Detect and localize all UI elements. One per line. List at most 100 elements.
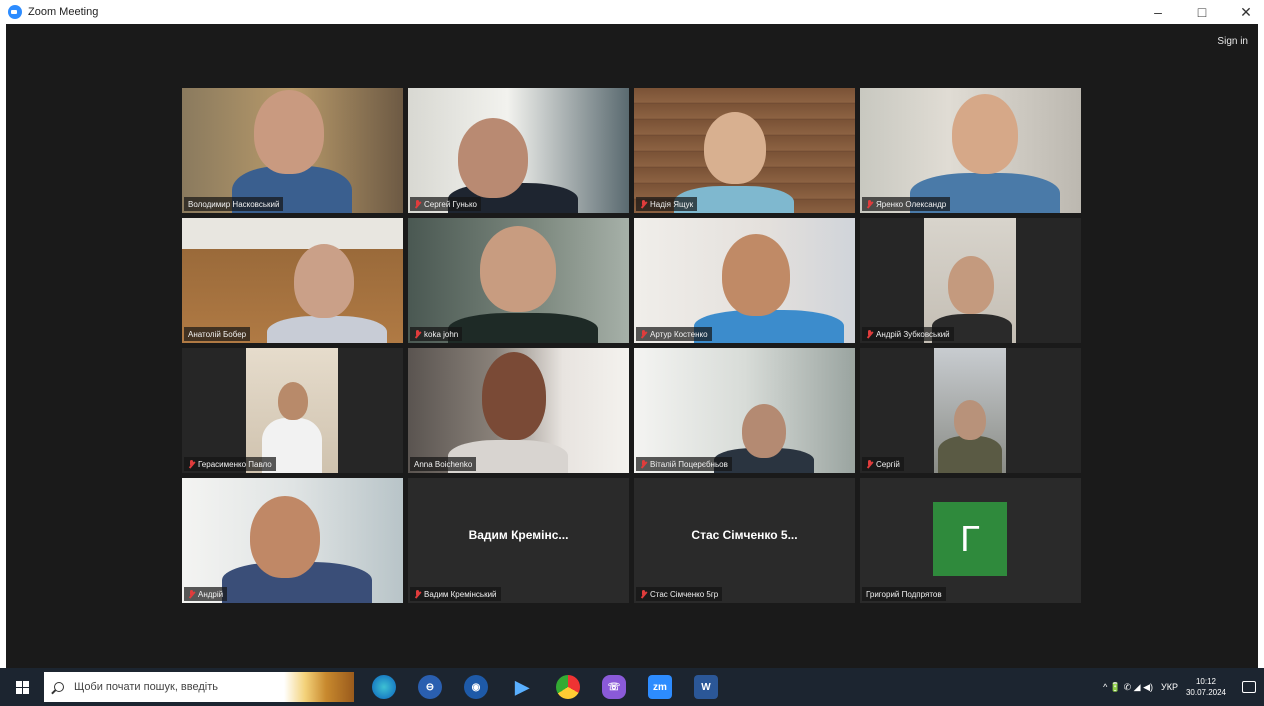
participant-name: Яренко Олександр	[876, 199, 947, 209]
person-head	[278, 382, 308, 420]
person-head	[704, 112, 766, 184]
participant-avatar: Г	[933, 502, 1007, 576]
window-controls: – □ ✕	[1150, 0, 1254, 24]
video-tile[interactable]: Володимир Насковський	[182, 88, 403, 213]
media-player-icon[interactable]: ▶	[510, 675, 534, 699]
muted-mic-icon	[640, 199, 647, 209]
video-tile[interactable]: koka john	[408, 218, 629, 343]
person-head	[294, 244, 354, 318]
maximize-button[interactable]: □	[1194, 0, 1210, 24]
title-bar: Zoom Meeting – □ ✕	[0, 0, 1264, 24]
word-icon[interactable]: W	[694, 675, 718, 699]
video-tile[interactable]: Г Григорий Подпрятов	[860, 478, 1081, 603]
muted-mic-icon	[640, 459, 647, 469]
meeting-area: Sign in Володимир Насковський Сергей Гун…	[6, 24, 1258, 668]
system-tray: ^ 🔋 ✆ ◢ ◀) УКР 10:12 30.07.2024	[1103, 668, 1256, 706]
participant-name: Анатолій Бобер	[188, 329, 247, 339]
participant-name: Надія Ящук	[650, 199, 694, 209]
search-placeholder: Щоби почати пошук, введіть	[74, 681, 219, 693]
video-tile[interactable]: Анатолій Бобер	[182, 218, 403, 343]
participant-name-bar: Григорий Подпрятов	[862, 587, 946, 601]
video-tile[interactable]: Артур Костенко	[634, 218, 855, 343]
participant-name: Стас Сімченко 5гр	[650, 589, 719, 599]
participant-name-bar: Артур Костенко	[636, 327, 712, 341]
muted-mic-icon	[188, 589, 195, 599]
participant-name: Сергей Гунько	[424, 199, 477, 209]
participant-name: Андрій	[198, 589, 224, 599]
windows-taskbar: Щоби почати пошук, введіть ⊖ ◉ ▶ ☏ zm W …	[0, 668, 1264, 706]
taskbar-search-box[interactable]: Щоби почати пошук, введіть	[44, 672, 354, 702]
person-silhouette	[694, 310, 844, 343]
clock-time: 10:12	[1195, 677, 1216, 686]
muted-mic-icon	[866, 329, 873, 339]
video-tile[interactable]: Anna Boichenko	[408, 348, 629, 473]
participant-name-bar: Сергей Гунько	[410, 197, 481, 211]
tray-icons[interactable]: ^ 🔋 ✆ ◢ ◀)	[1103, 682, 1153, 693]
participant-name-bar: Віталій Поцерєбньов	[636, 457, 732, 471]
person-head	[458, 118, 528, 198]
clock[interactable]: 10:12 30.07.2024	[1186, 676, 1226, 698]
muted-mic-icon	[414, 589, 421, 599]
windows-logo-icon	[15, 680, 29, 694]
video-tile[interactable]: Сергей Гунько	[408, 88, 629, 213]
video-tile[interactable]: Сергій	[860, 348, 1081, 473]
participant-name: Сергій	[876, 459, 900, 469]
person-silhouette	[448, 313, 598, 343]
participant-name-bar: koka john	[410, 327, 463, 341]
window-title: Zoom Meeting	[28, 6, 99, 18]
video-tile[interactable]: Надія Ящук	[634, 88, 855, 213]
viber-icon[interactable]: ☏	[602, 675, 626, 699]
muted-mic-icon	[414, 199, 421, 209]
search-icon	[54, 682, 64, 692]
participant-name: Герасименко Павло	[198, 459, 272, 469]
gallery-view: Володимир Насковський Сергей Гунько Наді…	[182, 88, 1081, 604]
chrome-icon[interactable]	[556, 675, 580, 699]
person-silhouette	[938, 436, 1002, 473]
person-head	[954, 400, 986, 440]
person-silhouette	[267, 316, 387, 343]
notification-icon[interactable]	[1242, 681, 1256, 693]
participant-name-bar: Вадим Кремінський	[410, 587, 501, 601]
participant-name-bar: Стас Сімченко 5гр	[636, 587, 723, 601]
video-tile[interactable]: Андрій Зубковський	[860, 218, 1081, 343]
pinned-apps: ⊖ ◉ ▶ ☏ zm W	[372, 675, 718, 699]
participant-name: Андрій Зубковський	[876, 329, 950, 339]
clock-date: 30.07.2024	[1185, 688, 1226, 697]
video-tile[interactable]: Яренко Олександр	[860, 88, 1081, 213]
person-head	[482, 352, 546, 440]
search-highlight-image	[284, 672, 354, 702]
edge-icon[interactable]	[372, 675, 396, 699]
video-tile[interactable]: Стас Сімченко 5... Стас Сімченко 5гр	[634, 478, 855, 603]
participant-name-bar: Anna Boichenko	[410, 457, 477, 471]
participant-name: koka john	[424, 329, 459, 339]
participant-name: Віталій Поцерєбньов	[650, 459, 728, 469]
participant-name-bar: Андрій Зубковський	[862, 327, 954, 341]
sign-in-link[interactable]: Sign in	[1217, 36, 1248, 47]
teams-icon[interactable]: ⊖	[418, 675, 442, 699]
video-off-name: Стас Сімченко 5...	[691, 528, 798, 542]
zoom-app-icon	[8, 5, 22, 19]
participant-name-bar: Анатолій Бобер	[184, 327, 251, 341]
participant-name-bar: Герасименко Павло	[184, 457, 276, 471]
participant-name: Григорий Подпрятов	[866, 589, 942, 599]
muted-mic-icon	[640, 589, 647, 599]
video-tile[interactable]: Вадим Кремінс... Вадим Кремінський	[408, 478, 629, 603]
participant-name-bar: Володимир Насковський	[184, 197, 284, 211]
person-head	[952, 94, 1018, 174]
participant-name-bar: Сергій	[862, 457, 904, 471]
start-button[interactable]	[0, 668, 44, 706]
minimize-button[interactable]: –	[1150, 0, 1166, 24]
person-head	[254, 90, 324, 174]
person-head	[722, 234, 790, 316]
muted-mic-icon	[414, 329, 421, 339]
muted-mic-icon	[866, 459, 873, 469]
video-tile[interactable]: Андрій	[182, 478, 403, 603]
muted-mic-icon	[640, 329, 647, 339]
zoom-icon[interactable]: zm	[648, 675, 672, 699]
video-tile[interactable]: Герасименко Павло	[182, 348, 403, 473]
close-button[interactable]: ✕	[1238, 0, 1254, 24]
participant-name-bar: Андрій	[184, 587, 228, 601]
language-indicator[interactable]: УКР	[1161, 682, 1178, 692]
video-tile[interactable]: Віталій Поцерєбньов	[634, 348, 855, 473]
zoom-chat-icon[interactable]: ◉	[464, 675, 488, 699]
